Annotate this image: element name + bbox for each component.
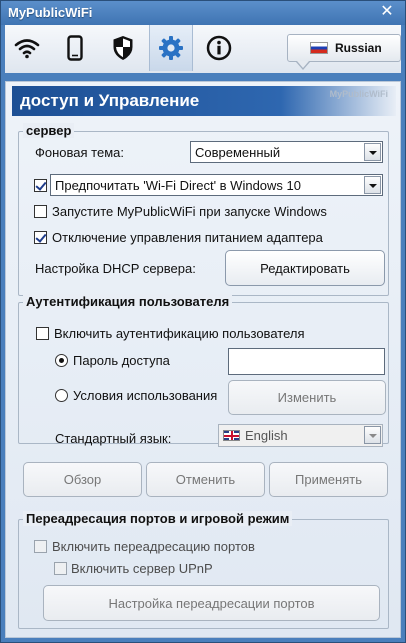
apply-button[interactable]: Применять	[269, 462, 388, 497]
tab-devices[interactable]	[53, 25, 97, 71]
shield-icon	[113, 36, 133, 60]
password-input[interactable]	[228, 348, 385, 375]
chevron-down-icon[interactable]	[364, 176, 381, 194]
autostart-label[interactable]: Запустите MyPublicWiFi при запуске Windo…	[52, 204, 327, 219]
phone-icon	[67, 35, 83, 61]
chevron-down-icon[interactable]	[364, 143, 381, 161]
brand-watermark: MyPublicWiFi	[329, 89, 388, 99]
prefer-wifi-direct-checkbox[interactable]	[34, 179, 47, 192]
default-language-value: English	[245, 428, 288, 443]
tab-about[interactable]	[197, 25, 241, 71]
page-title: доступ и Управление	[20, 91, 200, 110]
password-radio[interactable]	[55, 354, 68, 367]
port-forwarding-settings-button[interactable]: Настройка переадресации портов	[43, 585, 380, 621]
window-title: MyPublicWiFi	[8, 5, 93, 20]
terms-radio[interactable]	[55, 389, 68, 402]
default-language-select[interactable]: English	[218, 424, 383, 447]
theme-select[interactable]: Современный	[190, 141, 383, 163]
russia-flag-icon	[310, 42, 328, 54]
chevron-down-icon[interactable]	[364, 426, 381, 444]
language-button[interactable]: Russian	[287, 34, 401, 62]
enable-upnp-label[interactable]: Включить сервер UPnP	[71, 561, 213, 576]
wifi-direct-select-value: Предпочитать 'Wi-Fi Direct' в Windows 10	[55, 178, 301, 193]
title-bar[interactable]: MyPublicWiFi ✕	[1, 1, 405, 25]
dhcp-edit-button[interactable]: Редактировать	[225, 250, 385, 286]
info-icon	[206, 35, 232, 61]
autostart-checkbox[interactable]	[34, 205, 47, 218]
enable-port-forwarding-label[interactable]: Включить переадресацию портов	[52, 539, 255, 554]
enable-auth-label[interactable]: Включить аутентификацию пользователя	[54, 326, 305, 341]
main-toolbar: Russian	[5, 25, 401, 73]
change-terms-button[interactable]: Изменить	[228, 380, 386, 415]
server-group: сервер Фоновая тема: Современный Предпоч…	[18, 123, 389, 296]
enable-port-forwarding-checkbox[interactable]	[34, 540, 47, 553]
settings-panel: доступ и Управление MyPublicWiFi сервер …	[5, 81, 401, 638]
enable-upnp-checkbox[interactable]	[54, 562, 67, 575]
wifi-icon	[14, 39, 40, 59]
dhcp-label: Настройка DHCP сервера:	[35, 261, 196, 276]
tab-settings[interactable]	[149, 25, 193, 71]
password-label[interactable]: Пароль доступа	[73, 353, 170, 368]
auth-group: Аутентификация пользователя Включить аут…	[18, 294, 389, 446]
port-forwarding-group-title: Переадресация портов и игровой режим	[23, 511, 293, 526]
section-header: доступ и Управление MyPublicWiFi	[12, 86, 396, 116]
app-window: MyPublicWiFi ✕ Russian доступ и Управлен…	[0, 0, 406, 643]
enable-auth-checkbox[interactable]	[36, 327, 49, 340]
tab-security[interactable]	[101, 25, 145, 71]
language-button-tail	[296, 61, 310, 70]
auth-group-title: Аутентификация пользователя	[23, 294, 233, 309]
gear-icon	[159, 36, 183, 60]
theme-select-value: Современный	[195, 145, 281, 160]
power-management-checkbox[interactable]	[34, 231, 47, 244]
language-label: Russian	[335, 41, 382, 55]
close-button[interactable]: ✕	[379, 4, 395, 20]
wifi-direct-select[interactable]: Предпочитать 'Wi-Fi Direct' в Windows 10	[50, 174, 383, 196]
terms-label[interactable]: Условия использования	[73, 388, 217, 403]
tab-wifi[interactable]	[5, 25, 49, 71]
browse-button[interactable]: Обзор	[23, 462, 142, 497]
power-management-label[interactable]: Отключение управления питанием адаптера	[52, 230, 323, 245]
theme-label: Фоновая тема:	[35, 145, 124, 160]
server-group-title: сервер	[23, 123, 75, 138]
cancel-button[interactable]: Отменить	[146, 462, 265, 497]
uk-flag-icon	[223, 430, 240, 441]
default-language-label: Стандартный язык:	[55, 431, 172, 446]
